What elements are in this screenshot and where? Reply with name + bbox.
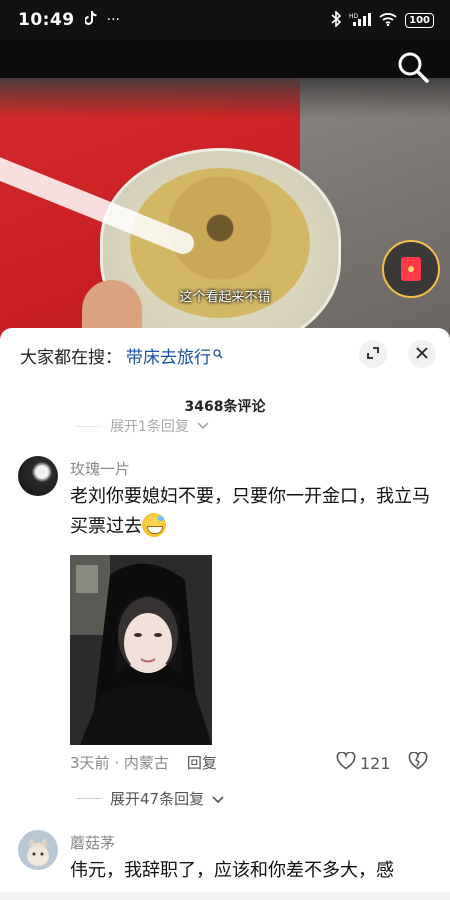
video-subtitle: 这个看起来不错 (179, 290, 271, 305)
divider-dash (76, 798, 102, 799)
avatar[interactable] (18, 456, 58, 496)
comment-meta: 3天前 · 内蒙古 回复 (70, 752, 217, 773)
expand-more-replies[interactable]: 展开47条回复 (76, 788, 224, 809)
comment-text: 伟元，我辞职了，应该和你差不多大，感 (70, 856, 430, 886)
comment-text-body: 老刘你要媳妇不要，只要你一开金口，我立马买票过去 (70, 486, 430, 537)
broken-heart-icon (408, 751, 428, 774)
expand-icon (366, 345, 380, 364)
svg-text:HD: HD (349, 13, 359, 20)
divider-dash (76, 425, 102, 427)
bluetooth-icon (331, 9, 342, 30)
expand-previous-replies[interactable]: 展开1条回复 (76, 416, 209, 436)
dislike-button[interactable] (408, 751, 428, 774)
status-dots: ··· (106, 12, 120, 28)
expand-button[interactable] (359, 340, 387, 368)
expand-replies-label: 展开47条回复 (110, 790, 205, 808)
chevron-down-icon (212, 790, 224, 808)
tiktok-icon (83, 10, 97, 30)
comment-time: 3天前 (70, 754, 110, 772)
grinning-sweat-emoji-icon (142, 513, 166, 537)
search-suggestion-prefix: 大家都在搜： (20, 347, 122, 368)
comments-sheet: 大家都在搜： 带床去旅行 3468条评论 展开1条回复 玫瑰一片 老刘你要媳妇不… (0, 328, 450, 900)
close-button[interactable] (408, 340, 436, 368)
status-time: 10:49 (18, 10, 75, 30)
red-envelope-icon (401, 257, 421, 281)
reply-button[interactable]: 回复 (187, 752, 217, 773)
comment-text: 老刘你要媳妇不要，只要你一开金口，我立马买票过去 (70, 482, 430, 542)
wifi-icon (379, 12, 397, 29)
search-icon[interactable] (396, 50, 430, 84)
like-count: 121 (360, 753, 391, 773)
search-small-icon (213, 348, 223, 362)
expand-replies-label: 展开1条回复 (110, 419, 189, 435)
comment-time-location: 3天前 · 内蒙古 (70, 754, 169, 772)
comment-text-body: 伟元，我辞职了，应该和你差不多大，感 (70, 860, 394, 881)
video-top-band (0, 40, 450, 78)
comment-location: 内蒙古 (123, 754, 169, 772)
like-button[interactable]: 121 (336, 751, 391, 774)
status-bar: 10:49 ··· HD 100 (0, 0, 450, 40)
battery-icon: 100 (405, 12, 434, 28)
comment-count: 3468条评论 (184, 399, 266, 415)
search-suggestion-query[interactable]: 带床去旅行 (126, 343, 211, 368)
comment-image[interactable] (70, 555, 212, 745)
video-player[interactable]: 这个看起来不错 (0, 40, 450, 340)
input-bar-edge (0, 892, 450, 900)
heart-icon (336, 751, 356, 774)
hd-signal-icon: HD (349, 12, 372, 29)
chevron-down-icon (197, 418, 209, 434)
close-icon (416, 345, 428, 363)
video-crowd (0, 78, 450, 118)
comment-username[interactable]: 玫瑰一片 (70, 458, 130, 479)
avatar[interactable] (18, 830, 58, 870)
comment-username[interactable]: 蘑菇茅 (70, 832, 115, 853)
